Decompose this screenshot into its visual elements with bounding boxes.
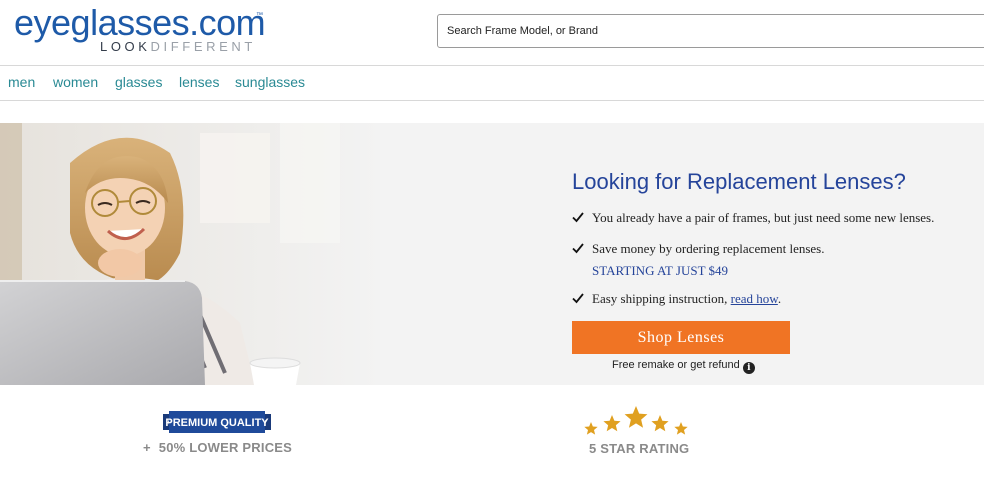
main-nav: men women glasses lenses sunglasses	[0, 66, 984, 101]
check-icon	[572, 212, 584, 223]
star-icon	[624, 406, 648, 428]
nav-item-men[interactable]: men	[8, 74, 35, 90]
nav-item-sunglasses[interactable]: sunglasses	[235, 74, 305, 90]
bullet-text: Save money by ordering replacement lense…	[592, 241, 825, 256]
five-star-icon	[584, 406, 688, 435]
hero-photo-woman-laptop	[0, 123, 380, 385]
info-icon[interactable]: i	[742, 362, 755, 374]
star-icon	[651, 415, 669, 432]
premium-quality-ribbon: PREMIUM QUALITY	[163, 411, 271, 433]
star-rating-label: 5 STAR RATING	[589, 441, 690, 456]
read-how-link[interactable]: read how	[731, 291, 778, 306]
tagline-different: DIFFERENT	[150, 39, 256, 54]
hero-title: Looking for Replacement Lenses?	[572, 169, 906, 194]
bullet-save-money: Save money by ordering replacement lense…	[572, 241, 824, 279]
refund-text: Free remake or get refund	[612, 359, 740, 371]
bullet-have-frames: You already have a pair of frames, but j…	[572, 210, 934, 226]
hero-banner: Looking for Replacement Lenses? You alre…	[0, 123, 984, 385]
nav-item-lenses[interactable]: lenses	[179, 74, 219, 90]
check-icon	[572, 243, 584, 254]
bullet-suffix: .	[777, 291, 782, 306]
nav-item-glasses[interactable]: glasses	[115, 74, 162, 90]
nav-item-women[interactable]: women	[53, 74, 98, 90]
logo-tagline: LOOKDIFFERENT	[100, 40, 256, 54]
logo-wordmark: eyeglasses.com	[14, 2, 266, 43]
star-icon	[674, 422, 688, 435]
logo-trademark: ™	[256, 12, 263, 19]
plus-icon: +	[143, 440, 151, 455]
bullet-text: Easy shipping instruction,	[592, 291, 731, 306]
bullet-text: You already have a pair of frames, but j…	[592, 210, 935, 225]
tagline-look: LOOK	[100, 39, 151, 54]
refund-note: Free remake or get refund i	[612, 359, 755, 374]
search-input[interactable]	[438, 15, 984, 47]
check-icon	[572, 293, 584, 304]
starting-price: STARTING AT JUST $49	[592, 263, 729, 278]
star-icon	[584, 422, 598, 435]
shop-lenses-button[interactable]: Shop Lenses	[572, 321, 790, 354]
bullet-shipping: Easy shipping instruction, read how.	[572, 291, 781, 307]
site-logo[interactable]: eyeglasses.com ™ LOOKDIFFERENT	[14, 2, 266, 54]
lower-prices-badge: +50% LOWER PRICES	[143, 440, 292, 455]
lower-prices-text: 50% LOWER PRICES	[158, 440, 293, 455]
search-box	[437, 14, 984, 48]
star-icon	[603, 415, 621, 432]
ribbon-label: PREMIUM QUALITY	[165, 417, 269, 429]
site-header: eyeglasses.com ™ LOOKDIFFERENT	[0, 0, 984, 66]
